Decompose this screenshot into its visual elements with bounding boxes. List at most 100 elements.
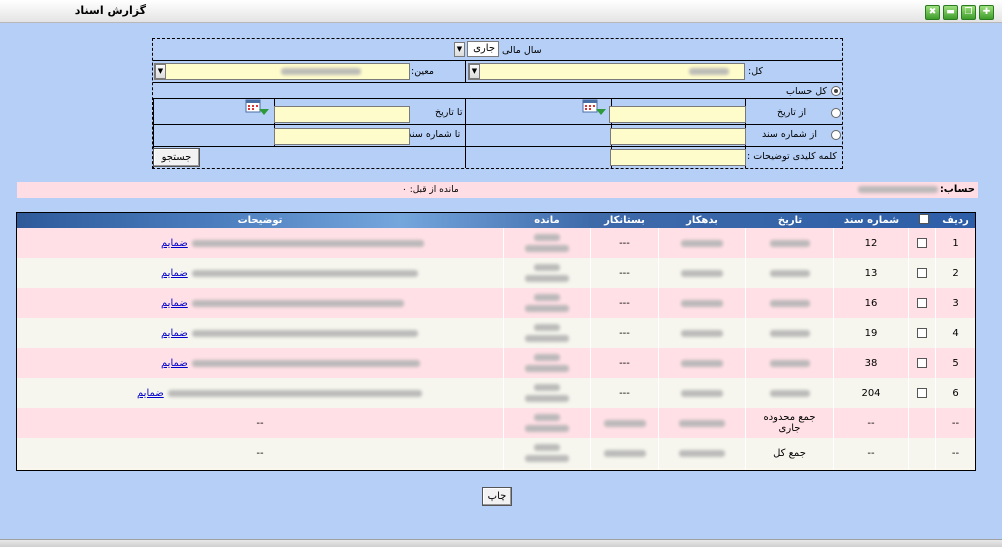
print-button[interactable]: چاپ — [482, 487, 512, 506]
cell-select — [909, 258, 935, 288]
kol-select[interactable] — [468, 63, 745, 80]
table-row: 5 38 --- ضمایم — [17, 348, 975, 378]
cell-debit — [659, 318, 745, 348]
select-all-checkbox[interactable] — [919, 214, 929, 224]
cell-debit — [659, 258, 745, 288]
chevron-down-icon[interactable]: ▼ — [454, 42, 465, 57]
cell-doc-no: 38 — [864, 357, 878, 369]
cell-date — [746, 318, 833, 348]
to-doc-label: تا شماره سند — [407, 129, 461, 140]
cell-doc-no: 19 — [864, 327, 878, 339]
summary-row: -- -- جمع محدوده جاری -- — [17, 408, 975, 438]
cell-doc-no: 16 — [864, 297, 878, 309]
cell-desc: ضمایم — [17, 258, 503, 288]
table-header: ردیف شماره سند تاریخ بدهکار بستانکار مان… — [17, 213, 975, 228]
cell-credit: --- — [619, 237, 630, 249]
table-row: 6 204 --- ضمایم — [17, 378, 975, 408]
kol-label: کل: — [748, 66, 763, 77]
maximize-icon[interactable]: ❐ — [961, 5, 976, 20]
attachments-link[interactable]: ضمایم — [137, 388, 164, 399]
cell-select — [909, 348, 935, 378]
from-date-radio[interactable] — [831, 108, 841, 118]
cell-desc: ضمایم — [17, 318, 503, 348]
from-date-label: از تاریخ — [777, 107, 807, 118]
table-row: 2 13 --- ضمایم — [17, 258, 975, 288]
cell-radif: 6 — [952, 387, 959, 399]
calendar-icon[interactable] — [245, 99, 271, 116]
chevron-down-icon[interactable]: ▼ — [155, 64, 166, 79]
cell-desc: -- — [256, 447, 264, 459]
row-checkbox[interactable] — [917, 298, 927, 308]
cell-date — [746, 348, 833, 378]
to-date-input[interactable] — [274, 106, 410, 123]
cell-date — [746, 228, 833, 258]
cell-balance — [504, 438, 590, 468]
row-checkbox[interactable] — [917, 328, 927, 338]
cell-select — [909, 378, 935, 408]
cell-desc: ضمایم — [17, 348, 503, 378]
calendar-icon[interactable] — [582, 99, 608, 116]
to-doc-input[interactable] — [274, 128, 410, 145]
search-button[interactable]: جستجو — [153, 148, 200, 167]
row-checkbox[interactable] — [917, 238, 927, 248]
cell-debit — [659, 378, 745, 408]
account-strip: حساب: مانده از قبل: ۰ — [17, 182, 978, 198]
header-date: تاریخ — [777, 215, 803, 226]
search-form: سال مالی جاری ▼ کل: ▼ معین: ▼ کل حساب از… — [152, 38, 843, 169]
row-checkbox[interactable] — [917, 358, 927, 368]
from-doc-input[interactable] — [610, 128, 746, 145]
pin-icon[interactable]: ✚ — [979, 5, 994, 20]
minimize-icon[interactable]: ▬ — [943, 5, 958, 20]
window-titlebar: گزارش اسناد ✖ ▬ ❐ ✚ — [0, 0, 1002, 23]
cell-balance — [504, 288, 590, 318]
cell-date — [746, 378, 833, 408]
attachments-link[interactable]: ضمایم — [161, 238, 188, 249]
close-icon[interactable]: ✖ — [925, 5, 940, 20]
all-accounts-radio[interactable] — [831, 86, 841, 96]
moein-select[interactable] — [154, 63, 410, 80]
cell-select — [909, 288, 935, 318]
cell-radif: -- — [951, 417, 960, 429]
cell-credit: --- — [619, 357, 630, 369]
header-radif: ردیف — [942, 215, 969, 226]
attachments-link[interactable]: ضمایم — [161, 358, 188, 369]
fiscal-year-label: سال مالی — [502, 45, 542, 56]
attachments-link[interactable]: ضمایم — [161, 328, 188, 339]
attachments-link[interactable]: ضمایم — [161, 298, 188, 309]
cell-credit: --- — [619, 327, 630, 339]
cell-date — [746, 288, 833, 318]
row-checkbox[interactable] — [917, 388, 927, 398]
header-balance: مانده — [534, 215, 560, 226]
summary-label: جمع کل — [773, 447, 806, 459]
cell-doc-no: -- — [867, 447, 875, 459]
fiscal-year-value: جاری — [473, 43, 495, 54]
row-checkbox[interactable] — [917, 268, 927, 278]
header-desc: توضیحات — [237, 215, 283, 226]
cell-radif: 3 — [952, 297, 959, 309]
cell-balance — [504, 318, 590, 348]
documents-table: ردیف شماره سند تاریخ بدهکار بستانکار مان… — [16, 212, 976, 471]
keyword-input[interactable] — [610, 149, 746, 166]
table-row: 3 16 --- ضمایم — [17, 288, 975, 318]
attachments-link[interactable]: ضمایم — [161, 268, 188, 279]
chevron-down-icon[interactable]: ▼ — [469, 64, 480, 79]
summary-row: -- -- جمع کل -- — [17, 438, 975, 468]
cell-doc-no: -- — [867, 417, 875, 429]
cell-desc: ضمایم — [17, 378, 503, 408]
cell-credit: --- — [619, 387, 630, 399]
keyword-label: کلمه کلیدی توضیحات : — [747, 151, 837, 162]
from-doc-label: از شماره سند — [762, 129, 817, 140]
cell-doc-no: 204 — [861, 387, 881, 399]
to-date-label: تا تاریخ — [435, 107, 463, 118]
fiscal-year-select[interactable]: جاری — [467, 41, 499, 57]
cell-doc-no: 13 — [864, 267, 878, 279]
cell-credit — [591, 438, 658, 468]
from-date-input[interactable] — [609, 106, 746, 123]
cell-date — [746, 258, 833, 288]
cell-credit: --- — [619, 297, 630, 309]
doc-number-radio[interactable] — [831, 130, 841, 140]
cell-radif: 4 — [952, 327, 959, 339]
all-accounts-label: کل حساب — [786, 86, 827, 97]
header-doc-no: شماره سند — [843, 215, 900, 226]
cell-credit: --- — [619, 267, 630, 279]
